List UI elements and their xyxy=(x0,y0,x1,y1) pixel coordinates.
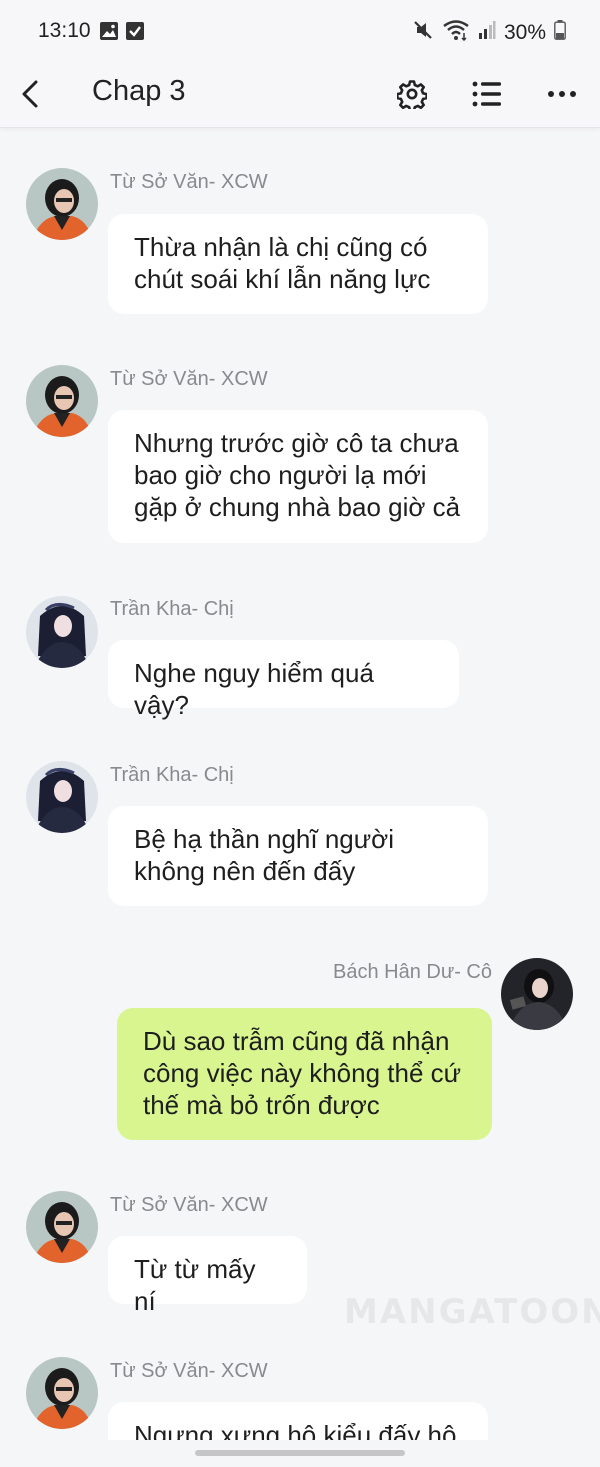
message-line: Thừa nhận là chị cũng có xyxy=(134,232,428,262)
message-line: Nghe nguy hiểm quá vậy? xyxy=(134,658,374,720)
watermark: MANGATOON xyxy=(344,1292,600,1332)
message-line: bao giờ cho người lạ mới xyxy=(134,460,427,490)
settings-button[interactable] xyxy=(390,72,434,116)
message-line: không nên đến đấy xyxy=(134,856,356,886)
list-icon xyxy=(472,81,501,107)
message-bubble[interactable]: Ngưng xưng hô kiểu đấy hộ xyxy=(108,1402,488,1440)
avatar[interactable] xyxy=(501,958,573,1030)
message-line: Từ từ mấy ní xyxy=(134,1254,256,1316)
status-bar: 13:10 30% xyxy=(0,0,600,62)
message-bubble[interactable]: Từ từ mấy ní xyxy=(108,1236,307,1316)
avatar[interactable] xyxy=(26,761,98,833)
more-icon xyxy=(548,91,576,97)
avatar[interactable] xyxy=(26,168,98,240)
page-title: Chap 3 xyxy=(92,75,186,107)
mute-icon xyxy=(412,19,434,46)
avatar[interactable] xyxy=(26,1191,98,1263)
sender-name: Từ Sở Văn- XCW xyxy=(110,171,268,193)
avatar[interactable] xyxy=(26,365,98,437)
chat-list[interactable]: Từ Sở Văn- XCW Thừa nhận là chị cũng có … xyxy=(0,130,600,1440)
message-line: chút soái khí lẫn năng lực xyxy=(134,264,431,294)
message-line: Dù sao trẫm cũng đã nhận xyxy=(143,1026,450,1056)
message-line: Ngưng xưng hô kiểu đấy hộ xyxy=(134,1420,457,1440)
back-button[interactable] xyxy=(14,74,46,114)
sender-name: Bách Hân Dư- Cô xyxy=(332,961,492,983)
message-bubble[interactable]: Nghe nguy hiểm quá vậy? xyxy=(108,640,459,720)
avatar[interactable] xyxy=(26,596,98,668)
message-line: Bệ hạ thần nghĩ người xyxy=(134,824,394,854)
sender-name: Từ Sở Văn- XCW xyxy=(110,368,268,390)
message-bubble[interactable]: Nhưng trước giờ cô ta chưa bao giờ cho n… xyxy=(108,410,488,543)
message-line: thế mà bỏ trốn được xyxy=(143,1090,380,1120)
message-line: gặp ở chung nhà bao giờ cả xyxy=(134,492,461,522)
home-indicator[interactable] xyxy=(195,1450,405,1456)
top-app-bar: Chap 3 xyxy=(0,62,600,128)
gear-icon xyxy=(397,80,427,109)
signal-icon xyxy=(478,20,496,45)
battery-percent: 30% xyxy=(503,20,546,44)
image-icon xyxy=(99,21,119,46)
back-icon xyxy=(22,80,38,108)
wifi-icon xyxy=(442,19,470,46)
sender-name: Từ Sở Văn- XCW xyxy=(110,1360,268,1382)
status-time: 13:10 xyxy=(38,19,91,42)
message-bubble[interactable]: Bệ hạ thần nghĩ người không nên đến đấy xyxy=(108,806,488,906)
more-options-button[interactable] xyxy=(540,72,584,116)
status-right: 30% xyxy=(412,19,566,46)
battery-icon xyxy=(554,20,566,45)
message-line: công việc này không thể cứ xyxy=(143,1058,462,1088)
sender-name: Từ Sở Văn- XCW xyxy=(110,1194,268,1216)
message-line: Nhưng trước giờ cô ta chưa xyxy=(134,428,459,458)
message-bubble[interactable]: Thừa nhận là chị cũng có chút soái khí l… xyxy=(108,214,488,314)
chapter-list-button[interactable] xyxy=(465,72,509,116)
sender-name: Trần Kha- Chị xyxy=(110,598,234,620)
sender-name: Trần Kha- Chị xyxy=(110,764,234,786)
message-bubble[interactable]: Dù sao trẫm cũng đã nhận công việc này k… xyxy=(117,1008,492,1140)
avatar[interactable] xyxy=(26,1357,98,1429)
checkbox-icon xyxy=(125,21,145,46)
